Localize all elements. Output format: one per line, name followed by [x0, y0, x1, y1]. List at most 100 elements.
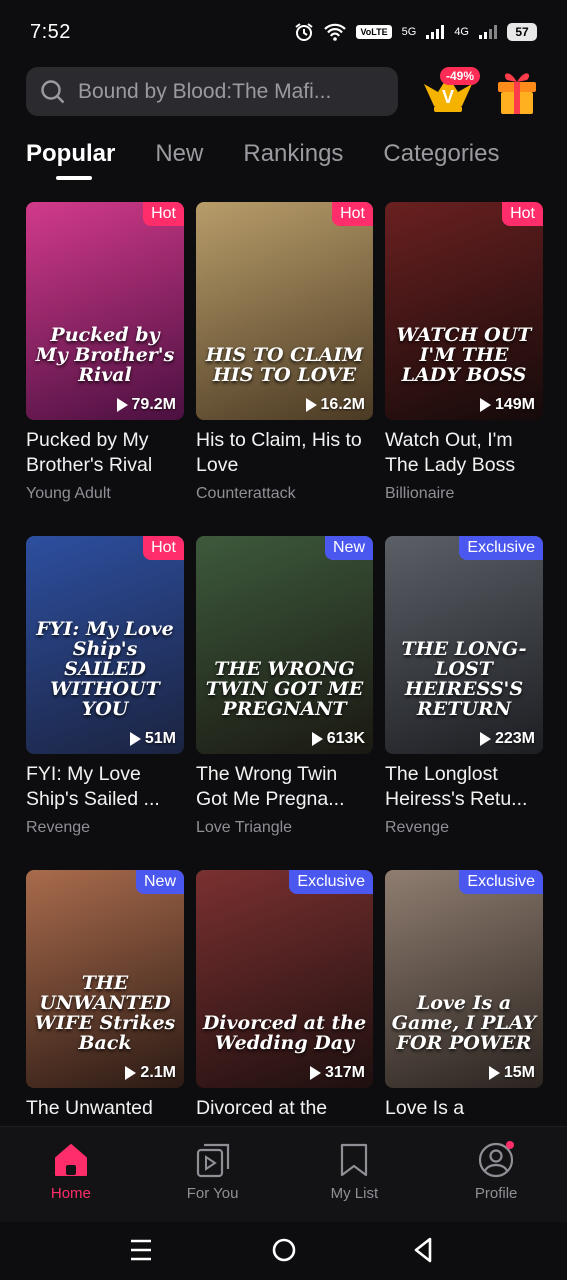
nav-home-label: Home	[50, 1185, 91, 1202]
drama-poster[interactable]: Divorced at the Wedding Day Exclusive 31…	[196, 870, 373, 1088]
view-count-value: 149M	[494, 396, 535, 413]
status-time: 7:52	[30, 20, 71, 43]
play-icon	[479, 732, 491, 746]
view-count: 79.2M	[116, 396, 176, 414]
profile-icon	[479, 1141, 515, 1178]
drama-card[interactable]: Love Is a Game, I PLAY FOR POWER Exclusi…	[385, 870, 543, 1153]
card-badge: Hot	[143, 536, 184, 560]
drama-genre: Young Adult	[26, 485, 111, 502]
card-badge: Hot	[143, 202, 184, 226]
play-icon	[309, 1066, 321, 1080]
drama-card[interactable]: THE UNWANTED WIFE Strikes Back New 2.1M …	[26, 870, 184, 1153]
view-count: 317M	[309, 1064, 365, 1082]
view-count-value: 51M	[144, 730, 176, 747]
view-count-value: 223M	[494, 730, 535, 747]
drama-card[interactable]: WATCH OUT I'M THE LADY BOSS Hot 149M Wat…	[385, 202, 543, 503]
drama-poster[interactable]: WATCH OUT I'M THE LADY BOSS Hot 149M	[385, 202, 543, 420]
search-input[interactable]	[78, 79, 378, 104]
back-icon[interactable]	[410, 1236, 436, 1264]
card-badge: Hot	[332, 202, 373, 226]
drama-title[interactable]: FYI: My Love Ship's Sailed ...	[26, 762, 184, 814]
wifi-icon	[324, 23, 347, 41]
nav-home[interactable]: Home	[16, 1141, 126, 1222]
volte-badge: VoLTE	[356, 25, 392, 39]
drama-title[interactable]: Pucked by My Brother's Rival	[26, 428, 184, 480]
home-circle-icon[interactable]	[270, 1236, 298, 1264]
drama-title[interactable]: The Wrong Twin Got Me Pregna...	[196, 762, 373, 814]
drama-poster[interactable]: THE UNWANTED WIFE Strikes Back New 2.1M	[26, 870, 184, 1088]
nav-my-list[interactable]: My List	[299, 1141, 409, 1222]
play-icon	[488, 1066, 500, 1080]
play-icon	[305, 398, 317, 412]
drama-genre: Revenge	[26, 819, 91, 836]
search-icon	[40, 79, 66, 105]
poster-title-art: Pucked by My Brother's Rival	[35, 324, 175, 387]
view-count: 149M	[479, 396, 535, 414]
drama-title[interactable]: Watch Out, I'm The Lady Boss	[385, 428, 543, 480]
card-badge: Exclusive	[459, 536, 543, 560]
drama-genre: Counterattack	[196, 485, 296, 502]
poster-title-art: THE WRONG TWIN GOT ME PREGNANT	[205, 658, 364, 721]
view-count: 223M	[479, 730, 535, 748]
status-bar: 7:52 VoLTE 5G 4G 57	[0, 0, 567, 64]
view-count: 16.2M	[305, 396, 365, 414]
nav-for-you-label: For You	[186, 1185, 239, 1202]
drama-genre: Billionaire	[385, 485, 455, 502]
drama-poster[interactable]: FYI: My Love Ship's SAILED WITHOUT YOU H…	[26, 536, 184, 754]
poster-title-art: THE LONG-LOST HEIRESS'S RETURN	[401, 638, 527, 721]
drama-poster[interactable]: THE WRONG TWIN GOT ME PREGNANT New 613K	[196, 536, 373, 754]
view-count-value: 317M	[324, 1064, 365, 1081]
play-icon	[116, 398, 128, 412]
tab-new[interactable]: New	[155, 140, 203, 168]
tab-popular[interactable]: Popular	[26, 140, 115, 180]
category-tabs: Popular New Rankings Categories	[26, 140, 539, 180]
drama-card[interactable]: Pucked by My Brother's Rival Hot 79.2M P…	[26, 202, 184, 503]
bottom-nav: Home For You My List Profile	[0, 1126, 567, 1222]
drama-card[interactable]: FYI: My Love Ship's SAILED WITHOUT YOU H…	[26, 536, 184, 837]
card-badge: Exclusive	[289, 870, 373, 894]
view-count: 613K	[311, 730, 365, 748]
signal-bars-icon	[479, 25, 497, 39]
tab-rankings[interactable]: Rankings	[243, 140, 343, 168]
nav-for-you[interactable]: For You	[158, 1141, 268, 1222]
poster-title-art: HIS TO CLAIM HIS TO LOVE	[205, 344, 364, 387]
status-icons: VoLTE 5G 4G 57	[294, 22, 537, 42]
vip-discount-badge: -49%	[440, 67, 481, 85]
drama-card[interactable]: Divorced at the Wedding Day Exclusive 31…	[196, 870, 373, 1153]
view-count: 51M	[129, 730, 176, 748]
drama-title[interactable]: His to Claim, His to Love	[196, 428, 373, 480]
drama-poster[interactable]: HIS TO CLAIM HIS TO LOVE Hot 16.2M	[196, 202, 373, 420]
drama-genre: Revenge	[385, 819, 450, 836]
network-4g-label: 4G	[454, 26, 469, 38]
system-nav-bar	[0, 1222, 567, 1280]
card-badge: New	[324, 536, 373, 560]
signal-bars-icon	[426, 25, 445, 39]
drama-poster[interactable]: THE LONG-LOST HEIRESS'S RETURN Exclusive…	[385, 536, 543, 754]
poster-title-art: FYI: My Love Ship's SAILED WITHOUT YOU	[36, 618, 174, 721]
drama-poster[interactable]: Pucked by My Brother's Rival Hot 79.2M	[26, 202, 184, 420]
poster-title-art: Love Is a Game, I PLAY FOR POWER	[391, 992, 537, 1055]
card-badge: Exclusive	[459, 870, 543, 894]
drama-poster[interactable]: Love Is a Game, I PLAY FOR POWER Exclusi…	[385, 870, 543, 1088]
card-badge: Hot	[502, 202, 543, 226]
drama-genre: Love Triangle	[196, 819, 293, 836]
view-count-value: 16.2M	[320, 396, 365, 413]
gift-icon[interactable]	[495, 62, 539, 116]
recents-icon[interactable]	[128, 1238, 154, 1262]
nav-profile[interactable]: Profile	[441, 1141, 551, 1222]
drama-title[interactable]: The Longlost Heiress's Retu...	[385, 762, 543, 814]
view-count-value: 15M	[503, 1064, 535, 1081]
play-icon	[311, 732, 323, 746]
drama-card[interactable]: HIS TO CLAIM HIS TO LOVE Hot 16.2M His t…	[196, 202, 373, 503]
tab-categories[interactable]: Categories	[383, 140, 499, 168]
view-count: 2.1M	[125, 1064, 176, 1082]
bookmark-icon	[341, 1143, 368, 1177]
card-badge: New	[135, 870, 184, 894]
drama-card[interactable]: THE LONG-LOST HEIRESS'S RETURN Exclusive…	[385, 536, 543, 837]
network-5g-label: 5G	[401, 26, 417, 38]
drama-card[interactable]: THE WRONG TWIN GOT ME PREGNANT New 613K …	[196, 536, 373, 837]
battery-icon: 57	[507, 23, 537, 41]
poster-title-art: THE UNWANTED WIFE Strikes Back	[34, 972, 176, 1055]
search-bar[interactable]	[26, 67, 398, 116]
home-icon	[54, 1144, 87, 1176]
